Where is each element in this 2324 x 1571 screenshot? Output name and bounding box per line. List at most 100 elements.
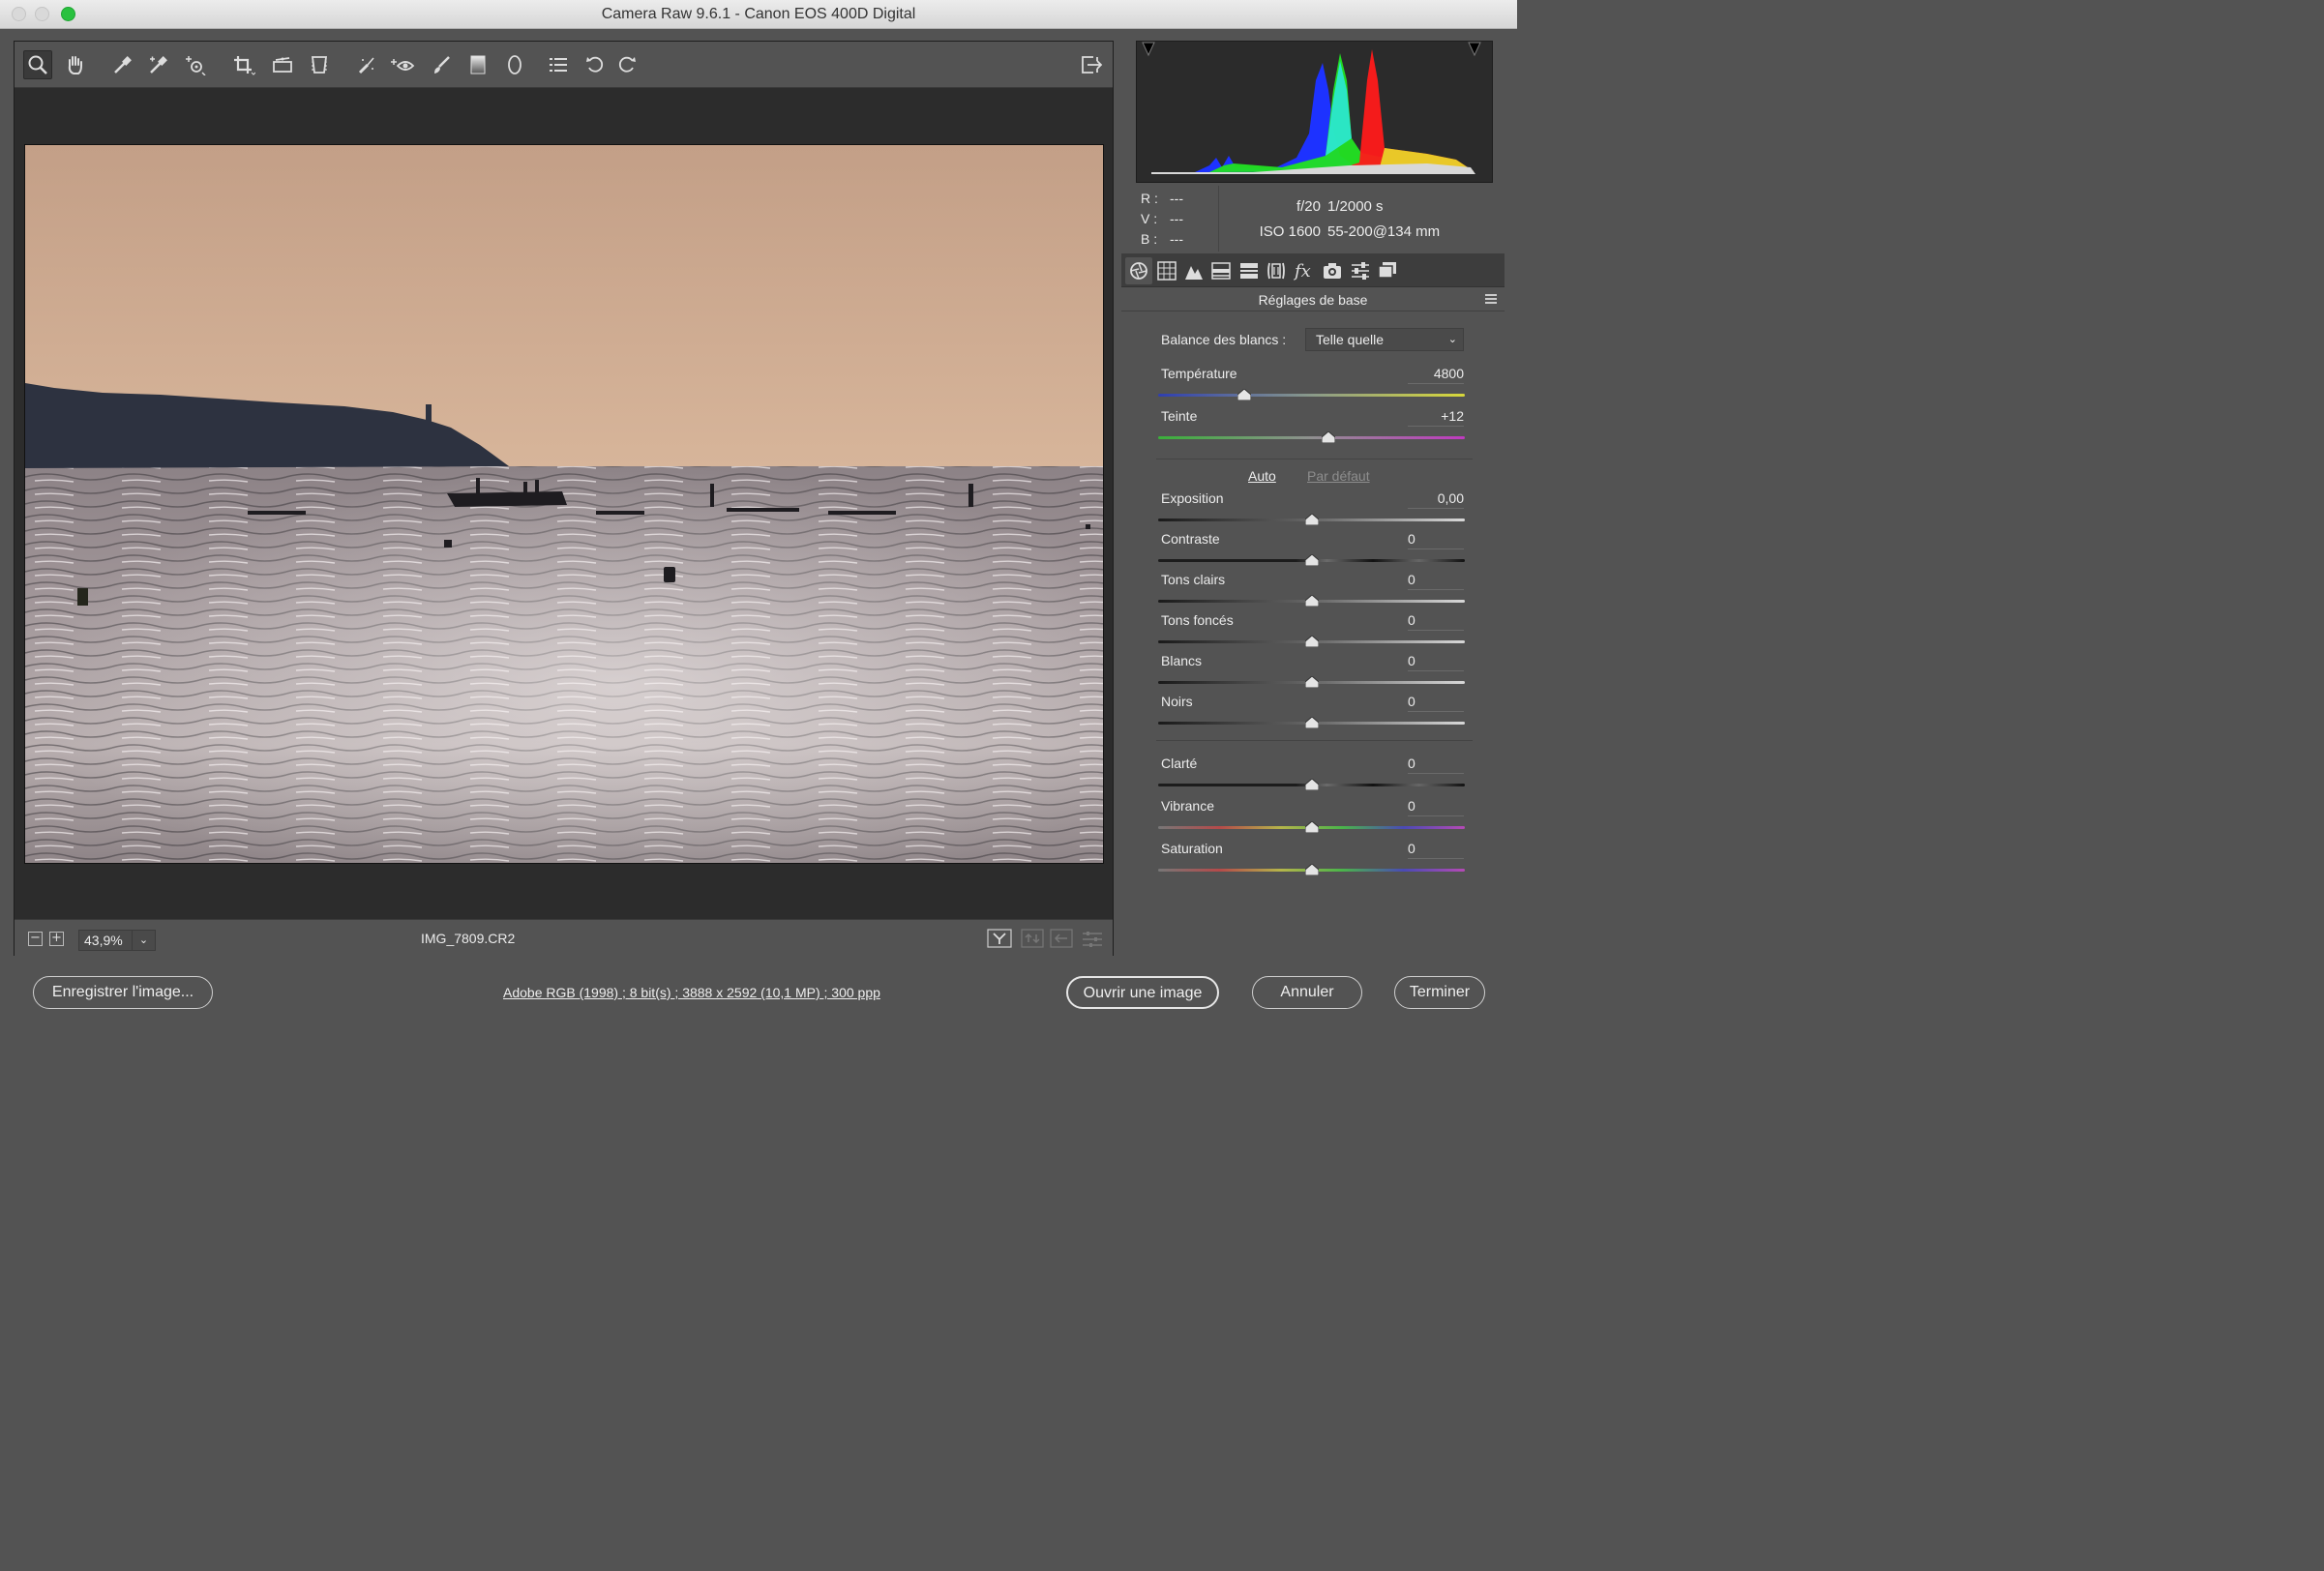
rotate-right-icon: [618, 56, 636, 73]
vibrance-value[interactable]: 0: [1408, 798, 1464, 816]
exposition-slider-thumb[interactable]: [1304, 513, 1319, 526]
spot-removal-tool-button[interactable]: [352, 50, 381, 79]
teinte-value[interactable]: +12: [1408, 408, 1464, 427]
tab-detail[interactable]: [1180, 257, 1207, 284]
panel-menu-icon[interactable]: [1485, 294, 1497, 304]
clarte-value[interactable]: 0: [1408, 756, 1464, 774]
tab-hsl[interactable]: [1207, 257, 1235, 284]
blancs-slider-thumb[interactable]: [1304, 675, 1319, 689]
rotate-left-button[interactable]: [581, 50, 610, 79]
highlight-clipping-warning[interactable]: [1468, 42, 1481, 57]
vibrance-slider-thumb[interactable]: [1304, 820, 1319, 834]
hand-tool-button[interactable]: [60, 50, 89, 79]
transform-tool-button[interactable]: [304, 50, 333, 79]
rotate-left-icon: [586, 56, 604, 73]
hand-icon: [68, 56, 82, 74]
teinte-slider-track[interactable]: [1158, 436, 1465, 439]
b-label: B :: [1141, 231, 1158, 247]
noirs-value[interactable]: 0: [1408, 694, 1464, 712]
clarte-slider-thumb[interactable]: [1304, 778, 1319, 791]
saturation-slider-thumb[interactable]: [1304, 863, 1319, 876]
b-value: ---: [1170, 231, 1183, 247]
histogram-graph: [1142, 42, 1481, 174]
tab-tone-curve[interactable]: [1153, 257, 1180, 284]
zoom-level-value: 43,9%: [84, 933, 123, 948]
v-value: ---: [1170, 211, 1183, 226]
temperature-slider-track[interactable]: [1158, 394, 1465, 397]
shadow-clipping-warning[interactable]: [1142, 42, 1155, 57]
zoom-tool-button[interactable]: [23, 50, 52, 79]
tab-lens-corrections[interactable]: [1263, 257, 1290, 284]
save-image-button[interactable]: Enregistrer l'image...: [33, 976, 213, 1009]
radial-filter-tool-button[interactable]: [500, 50, 529, 79]
tab-presets[interactable]: [1347, 257, 1374, 284]
tons-clairs-value[interactable]: 0: [1408, 572, 1464, 590]
spot-removal-icon: [358, 57, 374, 74]
noirs-slider-thumb[interactable]: [1304, 716, 1319, 729]
blancs-value[interactable]: 0: [1408, 653, 1464, 671]
temperature-value[interactable]: 4800: [1408, 366, 1464, 384]
toggle-settings-icon[interactable]: [1081, 929, 1106, 950]
minimize-window-button[interactable]: [35, 7, 49, 21]
tab-effects[interactable]: fx: [1291, 257, 1318, 284]
zoom-window-button[interactable]: [61, 7, 75, 21]
target-adjust-icon: [186, 56, 206, 75]
rotate-right-button[interactable]: [612, 50, 641, 79]
exposition-value[interactable]: 0,00: [1408, 490, 1464, 509]
crop-icon: [234, 56, 255, 75]
default-button[interactable]: Par défaut: [1307, 468, 1370, 484]
tab-split-toning[interactable]: [1236, 257, 1263, 284]
contraste-slider-thumb[interactable]: [1304, 553, 1319, 567]
eyedropper-icon: [114, 56, 132, 74]
aperture-icon: [1130, 262, 1147, 280]
crop-tool-button[interactable]: [229, 50, 258, 79]
tab-basic[interactable]: [1125, 257, 1152, 284]
tons-fonces-slider-thumb[interactable]: [1304, 635, 1319, 648]
zoom-in-button[interactable]: +: [49, 932, 64, 946]
fullscreen-toggle-button[interactable]: [1077, 50, 1106, 79]
adjustments-panel: R : --- V : --- B : --- f/20 1/2000 s ISO 1…: [1121, 41, 1505, 956]
saturation-value[interactable]: 0: [1408, 841, 1464, 859]
clarte-label: Clarté: [1161, 756, 1198, 771]
tons-fonces-label: Tons foncés: [1161, 612, 1234, 628]
split-toning-icon: [1240, 263, 1258, 279]
tone-curve-icon: [1157, 261, 1177, 281]
r-value: ---: [1170, 191, 1183, 206]
image-preview[interactable]: [24, 144, 1104, 864]
preferences-button[interactable]: [544, 50, 573, 79]
v-label: V :: [1141, 211, 1158, 226]
radial-filter-icon: [508, 55, 521, 74]
workflow-options-link[interactable]: Adobe RGB (1998) ; 8 bit(s) ; 3888 x 259…: [503, 985, 880, 1000]
contraste-value[interactable]: 0: [1408, 531, 1464, 549]
done-button[interactable]: Terminer: [1394, 976, 1485, 1009]
white-balance-select[interactable]: Telle quelle ⌄: [1305, 328, 1464, 351]
targeted-adjustment-tool-button[interactable]: [181, 50, 210, 79]
white-balance-tool-button[interactable]: [107, 50, 136, 79]
tab-camera-calibration[interactable]: [1319, 257, 1346, 284]
teinte-slider-thumb[interactable]: [1321, 430, 1336, 444]
graduated-filter-tool-button[interactable]: [463, 50, 492, 79]
zoom-level-select[interactable]: 43,9% ⌄: [78, 930, 156, 951]
red-eye-tool-button[interactable]: [388, 50, 417, 79]
adjustment-brush-tool-button[interactable]: [427, 50, 456, 79]
tab-snapshots[interactable]: [1374, 257, 1401, 284]
auto-button[interactable]: Auto: [1248, 468, 1276, 484]
zoom-out-button[interactable]: −: [28, 932, 43, 946]
cancel-button[interactable]: Annuler: [1252, 976, 1362, 1009]
panel-title: Réglages de base: [1121, 288, 1505, 311]
tons-fonces-value[interactable]: 0: [1408, 612, 1464, 631]
close-window-button[interactable]: [12, 7, 26, 21]
temperature-slider-thumb[interactable]: [1236, 388, 1252, 401]
color-sampler-tool-button[interactable]: [143, 50, 172, 79]
straighten-tool-button[interactable]: [268, 50, 297, 79]
toolbar: [15, 42, 1113, 88]
swap-settings-icon[interactable]: [1021, 929, 1046, 950]
tons-clairs-slider-thumb[interactable]: [1304, 594, 1319, 608]
copy-settings-icon[interactable]: [1050, 929, 1075, 950]
before-after-y-icon[interactable]: [987, 929, 1014, 950]
white-balance-label: Balance des blancs :: [1161, 332, 1287, 347]
preview-status-bar: − + 43,9% ⌄ IMG_7809.CR2: [15, 919, 1113, 956]
white-balance-value: Telle quelle: [1316, 332, 1385, 347]
open-image-button[interactable]: Ouvrir une image: [1066, 976, 1219, 1009]
straighten-icon: [273, 57, 292, 73]
